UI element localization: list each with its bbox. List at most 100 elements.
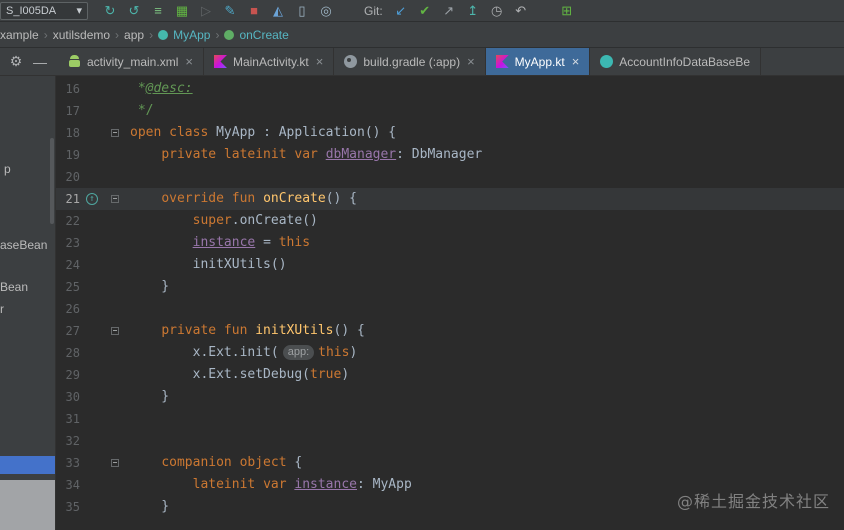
tab-activity-main-xml[interactable]: activity_main.xml × (58, 48, 204, 75)
tab-label: MainActivity.kt (232, 54, 309, 69)
code-line[interactable]: 20 (56, 166, 844, 188)
profiler-icon[interactable]: ◭ (266, 0, 290, 21)
line-number[interactable]: 34 (56, 474, 80, 496)
line-number[interactable]: 22 (56, 210, 80, 232)
load-gradle-changes-icon[interactable]: ↺ (122, 0, 146, 21)
breadcrumb-item-app[interactable]: app (124, 28, 144, 42)
line-number[interactable]: 18 (56, 122, 80, 144)
code-line[interactable]: 31 (56, 408, 844, 430)
line-number[interactable]: 25 (56, 276, 80, 298)
line-number[interactable]: 24 (56, 254, 80, 276)
toolbar-icon-group-git: ↙ ✔ ↗ ↥ ◷ ↶ (389, 0, 533, 21)
close-tab-icon[interactable]: × (316, 55, 324, 68)
class-icon (600, 55, 614, 68)
code-line[interactable]: 25 } (56, 276, 844, 298)
code-line[interactable]: 32 (56, 430, 844, 452)
breadcrumb-item-oncreate[interactable]: onCreate (224, 28, 289, 42)
tree-selected-row[interactable] (0, 456, 55, 474)
code-line[interactable]: 22 super.onCreate() (56, 210, 844, 232)
line-number[interactable]: 20 (56, 166, 80, 188)
edit-configuration-icon[interactable]: ✎ (218, 0, 242, 21)
toolbar-icon-group-left: ↻ ↺ ≡ ▦ ▷ ✎ ■ ◭ ▯ ◎ (98, 0, 338, 21)
stop-icon[interactable]: ■ (242, 0, 266, 21)
code-area: 16 *@desc: 17 */18 open class MyApp : Appl… (56, 78, 844, 530)
code-text: private fun initXUtils() { (161, 323, 365, 338)
fold-marker-icon[interactable] (111, 327, 119, 335)
line-number[interactable]: 30 (56, 386, 80, 408)
breadcrumb-item-xutilsdemo[interactable]: xutilsdemo (53, 28, 110, 42)
fold-marker-icon[interactable] (111, 195, 119, 203)
code-line[interactable]: 18 open class MyApp : Application() { (56, 122, 844, 144)
git-push-icon[interactable]: ↗ (437, 0, 461, 21)
tree-item-fragment[interactable]: r (0, 300, 4, 318)
project-panel: p aseBean Bean r (0, 76, 56, 530)
code-text: initXUtils() (130, 257, 287, 272)
hide-panel-icon[interactable]: — (28, 48, 52, 75)
overriding-method-icon[interactable]: ↑ (86, 193, 98, 205)
line-number[interactable]: 19 (56, 144, 80, 166)
line-number[interactable]: 17 (56, 100, 80, 122)
android-layout-icon (68, 55, 81, 68)
git-commit-icon[interactable]: ✔ (413, 0, 437, 21)
fold-marker-icon[interactable] (111, 459, 119, 467)
breadcrumb-item-myapp[interactable]: MyApp (158, 28, 210, 42)
code-line[interactable]: 19 private lateinit var dbManager: DbMan… (56, 144, 844, 166)
tab-accountinfodatabase[interactable]: AccountInfoDataBaseBe (590, 48, 762, 75)
code-line[interactable]: 24 initXUtils() (56, 254, 844, 276)
close-tab-icon[interactable]: × (572, 55, 580, 68)
code-text: open class MyApp : Application() { (130, 125, 397, 140)
run-disabled-icon[interactable]: ▷ (194, 0, 218, 21)
git-update-icon[interactable]: ↙ (389, 0, 413, 21)
code-line[interactable]: 28 x.Ext.init(app: this) (56, 342, 844, 364)
code-line[interactable]: 27 private fun initXUtils() { (56, 320, 844, 342)
line-number[interactable]: 29 (56, 364, 80, 386)
tab-mainactivity-kt[interactable]: MainActivity.kt × (204, 48, 335, 75)
git-shelve-icon[interactable]: ↥ (461, 0, 485, 21)
main-toolbar: S_I005DA ▾ ↻ ↺ ≡ ▦ ▷ ✎ ■ ◭ ▯ ◎ Git: ↙ ✔ ↗ ↥ ◷ ↶ ⊞ (0, 0, 844, 22)
code-text: x.Ext.init(app: this) (130, 345, 358, 360)
tree-item-fragment[interactable]: Bean (0, 278, 28, 296)
line-number[interactable]: 21 (56, 188, 80, 210)
code-line[interactable]: 29 x.Ext.setDebug(true) (56, 364, 844, 386)
sync-settings-icon[interactable]: ⊞ (555, 0, 579, 21)
line-number[interactable]: 16 (56, 78, 80, 100)
line-number[interactable]: 31 (56, 408, 80, 430)
line-number[interactable]: 35 (56, 496, 80, 518)
sync-project-icon[interactable]: ↻ (98, 0, 122, 21)
panel-scrollbar[interactable] (50, 138, 54, 224)
layout-inspector-icon[interactable]: ◎ (314, 0, 338, 21)
tab-myapp-kt[interactable]: MyApp.kt × (485, 48, 591, 75)
rollback-icon[interactable]: ↶ (509, 0, 533, 21)
line-number[interactable]: 26 (56, 298, 80, 320)
code-text: lateinit var instance: MyApp (192, 477, 412, 492)
line-number[interactable]: 28 (56, 342, 80, 364)
toolbar-icon-group-tail: ⊞ (555, 0, 579, 21)
changelist-icon[interactable]: ≡ (146, 0, 170, 21)
line-number[interactable]: 27 (56, 320, 80, 342)
code-line[interactable]: 16 *@desc: (56, 78, 844, 100)
device-manager-icon[interactable]: ▯ (290, 0, 314, 21)
tree-item-fragment[interactable]: aseBean (0, 236, 47, 254)
close-tab-icon[interactable]: × (185, 55, 193, 68)
code-line[interactable]: 30 } (56, 386, 844, 408)
breadcrumb-item-xample[interactable]: xample (0, 28, 39, 42)
navigation-breadcrumb-bar: xample › xutilsdemo › app › MyApp › onCreate (0, 22, 844, 48)
code-editor[interactable]: 16 *@desc: 17 */18 open class MyApp : Appl… (56, 76, 844, 530)
plugin-icon[interactable]: ▦ (170, 0, 194, 21)
breadcrumb: xample › xutilsdemo › app › MyApp › onCreate (0, 28, 289, 42)
code-line[interactable]: 21 ↑ override fun onCreate() { (56, 188, 844, 210)
code-line[interactable]: 26 (56, 298, 844, 320)
line-number[interactable]: 23 (56, 232, 80, 254)
code-line[interactable]: 23 instance = this (56, 232, 844, 254)
fold-marker-icon[interactable] (111, 129, 119, 137)
close-tab-icon[interactable]: × (467, 55, 475, 68)
code-line[interactable]: 33 companion object { (56, 452, 844, 474)
tree-item-fragment[interactable]: p (4, 160, 11, 178)
line-number[interactable]: 33 (56, 452, 80, 474)
history-icon[interactable]: ◷ (485, 0, 509, 21)
line-number[interactable]: 32 (56, 430, 80, 452)
gear-icon[interactable]: ⚙ (4, 48, 28, 75)
tab-build-gradle-app[interactable]: build.gradle (:app) × (334, 48, 486, 75)
code-line[interactable]: 17 */ (56, 100, 844, 122)
device-selector-dropdown[interactable]: S_I005DA ▾ (0, 1, 88, 20)
